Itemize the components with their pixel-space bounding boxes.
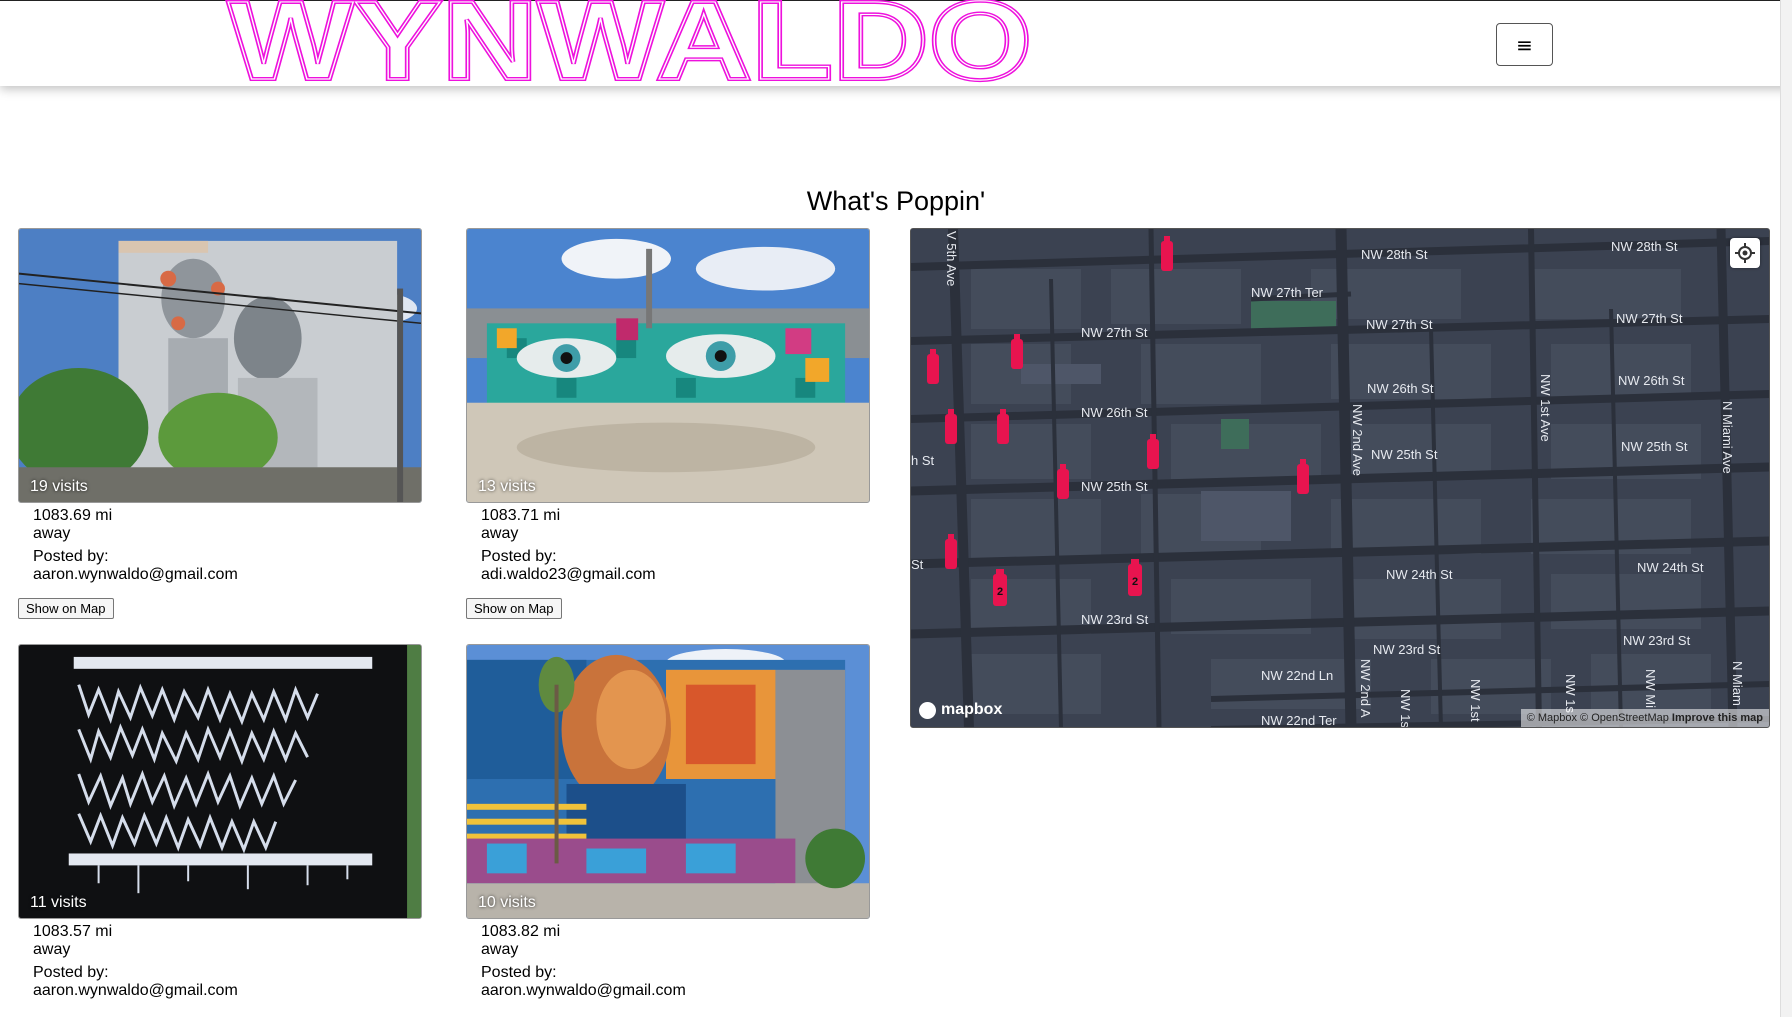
locate-icon <box>1735 243 1755 263</box>
mapbox-logo[interactable]: mapbox <box>919 701 1002 719</box>
mural-photo[interactable]: 13 visits <box>466 228 870 503</box>
mural-photo[interactable]: 19 visits <box>18 228 422 503</box>
mural-image <box>467 645 869 918</box>
mural-card: 19 visits 1083.69 mi away Posted by: aar… <box>18 228 422 619</box>
street-label: h St <box>911 453 935 468</box>
street-label: NW 27th Ter <box>1251 285 1324 300</box>
street-label: NW 1st Ave <box>1538 374 1553 442</box>
navbar: WYNWALDO WYNWALDO ≡ <box>0 0 1792 93</box>
map[interactable]: NW 28th St NW 28th St NW 27th Ter NW 27t… <box>910 228 1770 728</box>
posted-by-email: aaron.wynwaldo@gmail.com <box>33 566 238 583</box>
mural-card: 11 visits 1083.57 mi away Posted by: aar… <box>18 644 422 1000</box>
park-area <box>1221 419 1249 449</box>
street-label: NW 1s <box>1398 689 1413 728</box>
street-label: NW 23rd St <box>1623 633 1691 648</box>
mural-photo[interactable]: 10 visits <box>466 644 870 919</box>
street-label: NW 26th St <box>1081 405 1148 420</box>
mapbox-label: mapbox <box>941 701 1003 718</box>
street-label: NW 25th St <box>1371 447 1438 462</box>
posted-label: Posted by: <box>33 964 109 981</box>
street-label: NW 22nd Ln <box>1261 668 1333 683</box>
street-label: NW 26th St <box>1618 373 1685 388</box>
distance-suffix: away <box>481 525 519 542</box>
posted-label: Posted by: <box>481 964 557 981</box>
posted-by-email: adi.waldo23@gmail.com <box>481 566 656 583</box>
street-label: NW 1s <box>1563 674 1578 714</box>
cluster-count: 2 <box>1132 576 1138 588</box>
show-on-map-button[interactable]: Show on Map <box>466 598 562 619</box>
street-label: NW 26th St <box>1367 381 1434 396</box>
map-canvas[interactable]: NW 28th St NW 28th St NW 27th Ter NW 27t… <box>911 229 1770 728</box>
logo-inner-stroke: WYNWALDO <box>228 0 1032 93</box>
visit-count: 13 visits <box>478 478 536 495</box>
section-title: What's Poppin' <box>806 186 986 216</box>
distance-suffix: away <box>481 941 519 958</box>
visit-count: 19 visits <box>30 478 88 495</box>
distance-suffix: away <box>33 941 71 958</box>
attribution-text[interactable]: © Mapbox © OpenStreetMap <box>1527 712 1669 724</box>
street-label: NW 23rd St <box>1373 642 1441 657</box>
distance: 1083.69 mi <box>33 507 113 524</box>
card-meta: 1083.82 mi away Posted by: aaron.wynwald… <box>466 919 870 1000</box>
visit-count: 11 visits <box>30 894 87 911</box>
distance-suffix: away <box>33 525 71 542</box>
street-label: NW 28th St <box>1361 247 1428 262</box>
street-label: NW 28th St <box>1611 239 1678 254</box>
street-label: NW 1st <box>1468 679 1483 722</box>
street-label: NW 27th St <box>1366 317 1433 332</box>
posted-by-email: aaron.wynwaldo@gmail.com <box>33 982 238 999</box>
card-meta: 1083.57 mi away Posted by: aaron.wynwald… <box>18 919 422 1000</box>
hamburger-icon: ≡ <box>1516 32 1533 57</box>
street-label: NW 2nd A <box>1358 659 1373 718</box>
mural-card: 10 visits 1083.82 mi away Posted by: aar… <box>466 644 870 1000</box>
street-label: NW 25th St <box>1081 479 1148 494</box>
mapbox-icon <box>919 701 936 719</box>
card-meta: 1083.69 mi away Posted by: aaron.wynwald… <box>18 503 422 584</box>
street-label: NW 22nd Ter <box>1261 713 1337 728</box>
street-label: N Miami Ave <box>1720 401 1735 474</box>
visit-count: 10 visits <box>478 894 536 911</box>
wynwaldo-logo[interactable]: WYNWALDO WYNWALDO <box>224 0 1036 93</box>
street-label: NW 2nd Ave <box>1350 404 1365 476</box>
distance: 1083.71 mi <box>481 507 561 524</box>
cluster-count: 2 <box>997 586 1003 598</box>
street-label: NW 27th St <box>1616 311 1683 326</box>
street-label: NW 27th St <box>1081 325 1148 340</box>
street-label: N Miam <box>1730 661 1745 706</box>
street-label: V 5th Ave <box>944 231 959 286</box>
scrollbar[interactable] <box>1780 0 1792 1017</box>
improve-map-link[interactable]: Improve this map <box>1672 712 1763 724</box>
street-label: NW 25th St <box>1621 439 1688 454</box>
street-label: NW 23rd St <box>1081 612 1149 627</box>
mural-image <box>467 229 869 502</box>
street-label: NW 24th St <box>1637 560 1704 575</box>
distance: 1083.57 mi <box>33 923 113 940</box>
geolocate-button[interactable] <box>1730 238 1760 268</box>
mural-image <box>19 645 421 918</box>
distance: 1083.82 mi <box>481 923 561 940</box>
mural-image <box>19 229 421 502</box>
street-label: NW Mi <box>1643 669 1658 708</box>
map-attribution: © Mapbox © OpenStreetMap Improve this ma… <box>1520 709 1769 727</box>
posted-label: Posted by: <box>481 548 557 565</box>
card-meta: 1083.71 mi away Posted by: adi.waldo23@g… <box>466 503 870 584</box>
show-on-map-button[interactable]: Show on Map <box>18 598 114 619</box>
posted-by-email: aaron.wynwaldo@gmail.com <box>481 982 686 999</box>
mural-photo[interactable]: 11 visits <box>18 644 422 919</box>
mural-card: 13 visits 1083.71 mi away Posted by: adi… <box>466 228 870 619</box>
street-label: NW 24th St <box>1386 567 1453 582</box>
posted-label: Posted by: <box>33 548 109 565</box>
street-label: St <box>911 557 924 572</box>
menu-toggle-button[interactable]: ≡ <box>1496 23 1553 66</box>
